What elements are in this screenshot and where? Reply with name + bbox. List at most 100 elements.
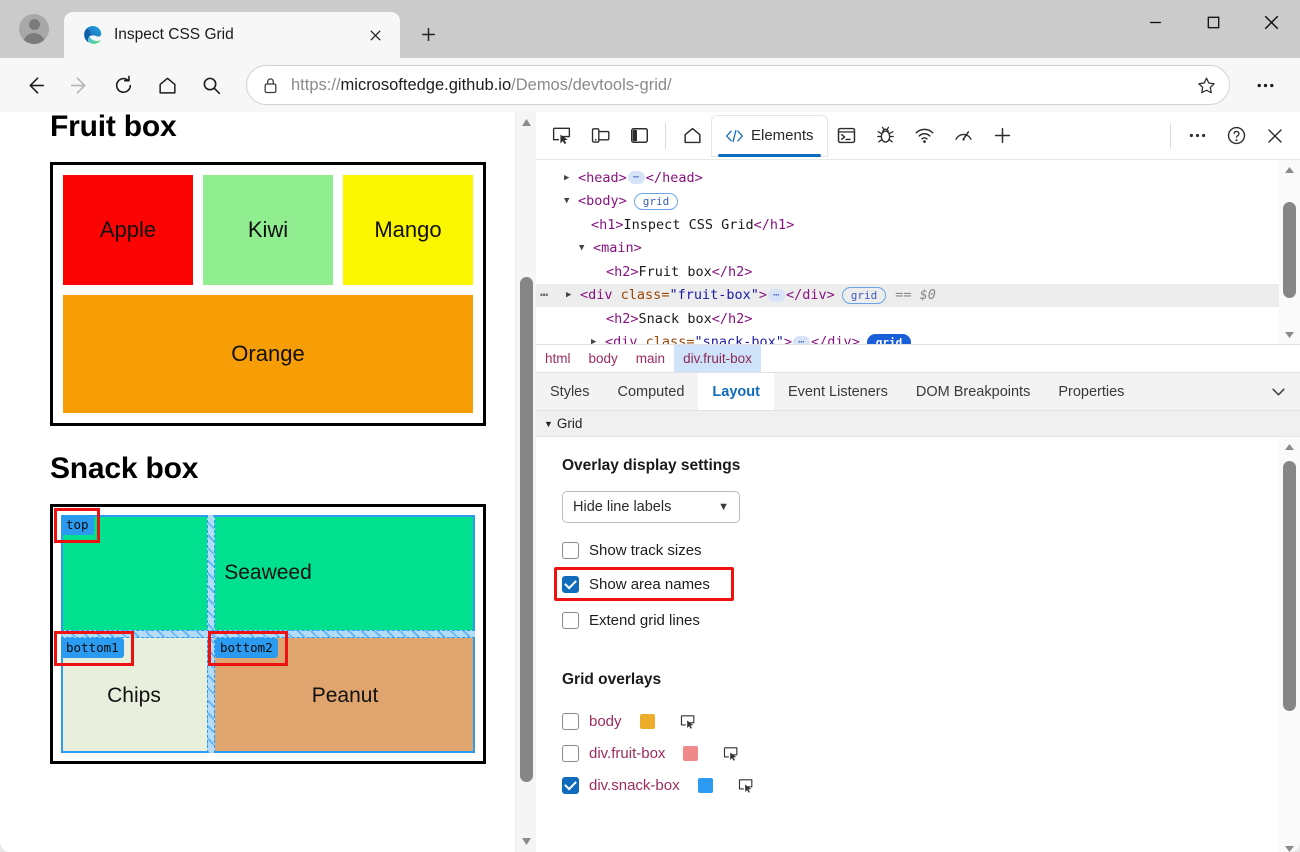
tab-layout[interactable]: Layout — [698, 373, 774, 410]
tab-close-icon[interactable] — [362, 22, 388, 48]
more-tools-icon[interactable] — [1178, 117, 1216, 155]
dom-tag-name: main — [601, 240, 634, 257]
grid-badge-snack-box[interactable]: grid — [866, 333, 912, 344]
dom-row[interactable]: < h2 > Snack box </h2 > — [536, 307, 1300, 331]
breadcrumb-item-main[interactable]: main — [627, 345, 674, 372]
reveal-element-icon[interactable] — [737, 776, 756, 795]
dom-tree-scroll-thumb[interactable] — [1283, 202, 1296, 298]
dom-tag-name: head — [662, 169, 695, 186]
device-emulation-icon[interactable] — [581, 117, 619, 155]
search-icon[interactable] — [190, 64, 232, 106]
maximize-button[interactable] — [1184, 0, 1242, 44]
expand-triangle-icon[interactable]: ▶ — [564, 173, 578, 183]
grid-overlay-name[interactable]: div.snack-box — [589, 777, 680, 794]
grid-badge-fruit-box[interactable]: grid — [841, 286, 887, 304]
browser-tab[interactable]: Inspect CSS Grid — [64, 12, 400, 58]
sources-bug-icon[interactable] — [867, 117, 905, 155]
dom-row[interactable]: ▶ < div class = "snack-box" > ⋯ </div > grid — [536, 331, 1300, 344]
checkbox-extend-grid-lines[interactable]: Extend grid lines — [562, 605, 1300, 635]
scroll-up-arrow-icon[interactable] — [1279, 160, 1300, 179]
inspect-element-icon[interactable] — [542, 117, 580, 155]
collapsed-content-icon[interactable]: ⋯ — [793, 335, 810, 344]
grid-overlay-row-snack-box[interactable]: div.snack-box — [562, 769, 1300, 801]
dom-row[interactable]: ▼ < main > — [536, 237, 1300, 261]
scroll-down-arrow-icon[interactable] — [516, 831, 536, 852]
grid-overlay-row-fruit-box[interactable]: div.fruit-box — [562, 737, 1300, 769]
breadcrumb-item-html[interactable]: html — [536, 345, 580, 372]
checkbox-box[interactable] — [562, 611, 579, 629]
breadcrumb-item-body[interactable]: body — [580, 345, 627, 372]
expand-triangle-icon[interactable]: ▶ — [566, 290, 580, 300]
help-icon[interactable] — [1217, 117, 1255, 155]
dom-row[interactable]: < h2 > Fruit box </h2 > — [536, 260, 1300, 284]
dom-tree[interactable]: ▶ < head > ⋯ </head > ▼ < body > grid < h1 > Ins… — [536, 160, 1300, 344]
collapse-triangle-icon[interactable]: ▼ — [579, 243, 593, 253]
devtools-home-icon[interactable] — [673, 117, 711, 155]
checkbox-box[interactable] — [562, 541, 579, 559]
breadcrumb-item-div-fruit-box[interactable]: div.fruit-box — [674, 345, 761, 372]
tab-computed[interactable]: Computed — [604, 373, 699, 410]
chevron-down-icon: ▼ — [718, 501, 729, 513]
checkbox-show-area-names[interactable]: Show area names — [554, 567, 1300, 601]
row-menu-icon[interactable]: ⋯ — [540, 287, 566, 303]
tab-dom-breakpoints[interactable]: DOM Breakpoints — [902, 373, 1044, 410]
grid-section-header[interactable]: ▼ Grid — [536, 411, 1300, 437]
tab-styles[interactable]: Styles — [536, 373, 604, 410]
checkbox-box[interactable] — [562, 712, 579, 730]
checkbox-box[interactable] — [562, 776, 579, 794]
profile-button[interactable] — [12, 7, 56, 51]
color-swatch[interactable] — [639, 713, 655, 729]
dom-row-selected[interactable]: ⋯ ▶ < div class = "fruit-box" > ⋯ </div > gri… — [536, 283, 1300, 307]
dom-tree-scrollbar[interactable] — [1279, 160, 1300, 344]
tab-properties[interactable]: Properties — [1044, 373, 1138, 410]
grid-overlay-name[interactable]: div.fruit-box — [589, 745, 665, 762]
refresh-icon[interactable] — [102, 64, 144, 106]
grid-overlay-name[interactable]: body — [589, 713, 622, 730]
checkbox-box[interactable] — [562, 744, 579, 762]
scroll-down-arrow-icon[interactable] — [1279, 839, 1300, 852]
collapse-triangle-icon[interactable]: ▼ — [564, 196, 578, 206]
reveal-element-icon[interactable] — [679, 712, 698, 731]
dock-side-icon[interactable] — [620, 117, 658, 155]
grid-badge-body[interactable]: grid — [633, 192, 679, 210]
layout-panel-scroll-thumb[interactable] — [1283, 461, 1296, 711]
tab-event-listeners[interactable]: Event Listeners — [774, 373, 902, 410]
browser-settings-ellipsis-icon[interactable] — [1244, 64, 1286, 106]
panel-tabs-more-icon[interactable] — [1257, 373, 1300, 410]
dom-row[interactable]: ▼ < body > grid — [536, 190, 1300, 214]
color-swatch[interactable] — [683, 745, 699, 761]
new-tab-button[interactable] — [410, 16, 446, 52]
forward-arrow-icon[interactable] — [58, 64, 100, 106]
color-swatch[interactable] — [697, 777, 713, 793]
close-window-button[interactable] — [1242, 0, 1300, 44]
tab-elements[interactable]: Elements — [712, 115, 827, 157]
performance-gauge-icon[interactable] — [945, 117, 983, 155]
back-arrow-icon[interactable] — [14, 64, 56, 106]
page-scroll-thumb[interactable] — [520, 277, 533, 782]
dom-row[interactable]: ▶ < head > ⋯ </head > — [536, 166, 1300, 190]
expand-triangle-icon[interactable]: ▶ — [591, 337, 605, 344]
checkbox-box[interactable] — [562, 575, 579, 593]
reveal-element-icon[interactable] — [722, 744, 741, 763]
page-scrollbar[interactable] — [515, 112, 536, 852]
scroll-up-arrow-icon[interactable] — [516, 112, 536, 133]
collapsed-content-icon[interactable]: ⋯ — [768, 288, 785, 302]
layout-panel-scrollbar[interactable] — [1279, 437, 1300, 852]
collapsed-content-icon[interactable]: ⋯ — [627, 171, 645, 185]
section-collapse-triangle-icon[interactable]: ▼ — [544, 419, 553, 429]
checkbox-show-track-sizes[interactable]: Show track sizes — [562, 535, 1300, 565]
console-icon[interactable] — [828, 117, 866, 155]
line-labels-select[interactable]: Hide line labels ▼ — [562, 491, 740, 523]
scroll-up-arrow-icon[interactable] — [1279, 437, 1300, 456]
scroll-down-arrow-icon[interactable] — [1279, 325, 1300, 344]
dom-tag-name: div — [588, 287, 613, 304]
minimize-button[interactable] — [1126, 0, 1184, 44]
network-wifi-icon[interactable] — [906, 117, 944, 155]
star-icon[interactable] — [1189, 68, 1223, 102]
close-devtools-icon[interactable] — [1256, 117, 1294, 155]
dom-row[interactable]: < h1 > Inspect CSS Grid </h1 > — [536, 213, 1300, 237]
grid-overlay-row-body[interactable]: body — [562, 705, 1300, 737]
home-icon[interactable] — [146, 64, 188, 106]
add-tool-icon[interactable] — [984, 117, 1022, 155]
address-bar[interactable]: https://microsoftedge.github.io/Demos/de… — [246, 65, 1230, 105]
